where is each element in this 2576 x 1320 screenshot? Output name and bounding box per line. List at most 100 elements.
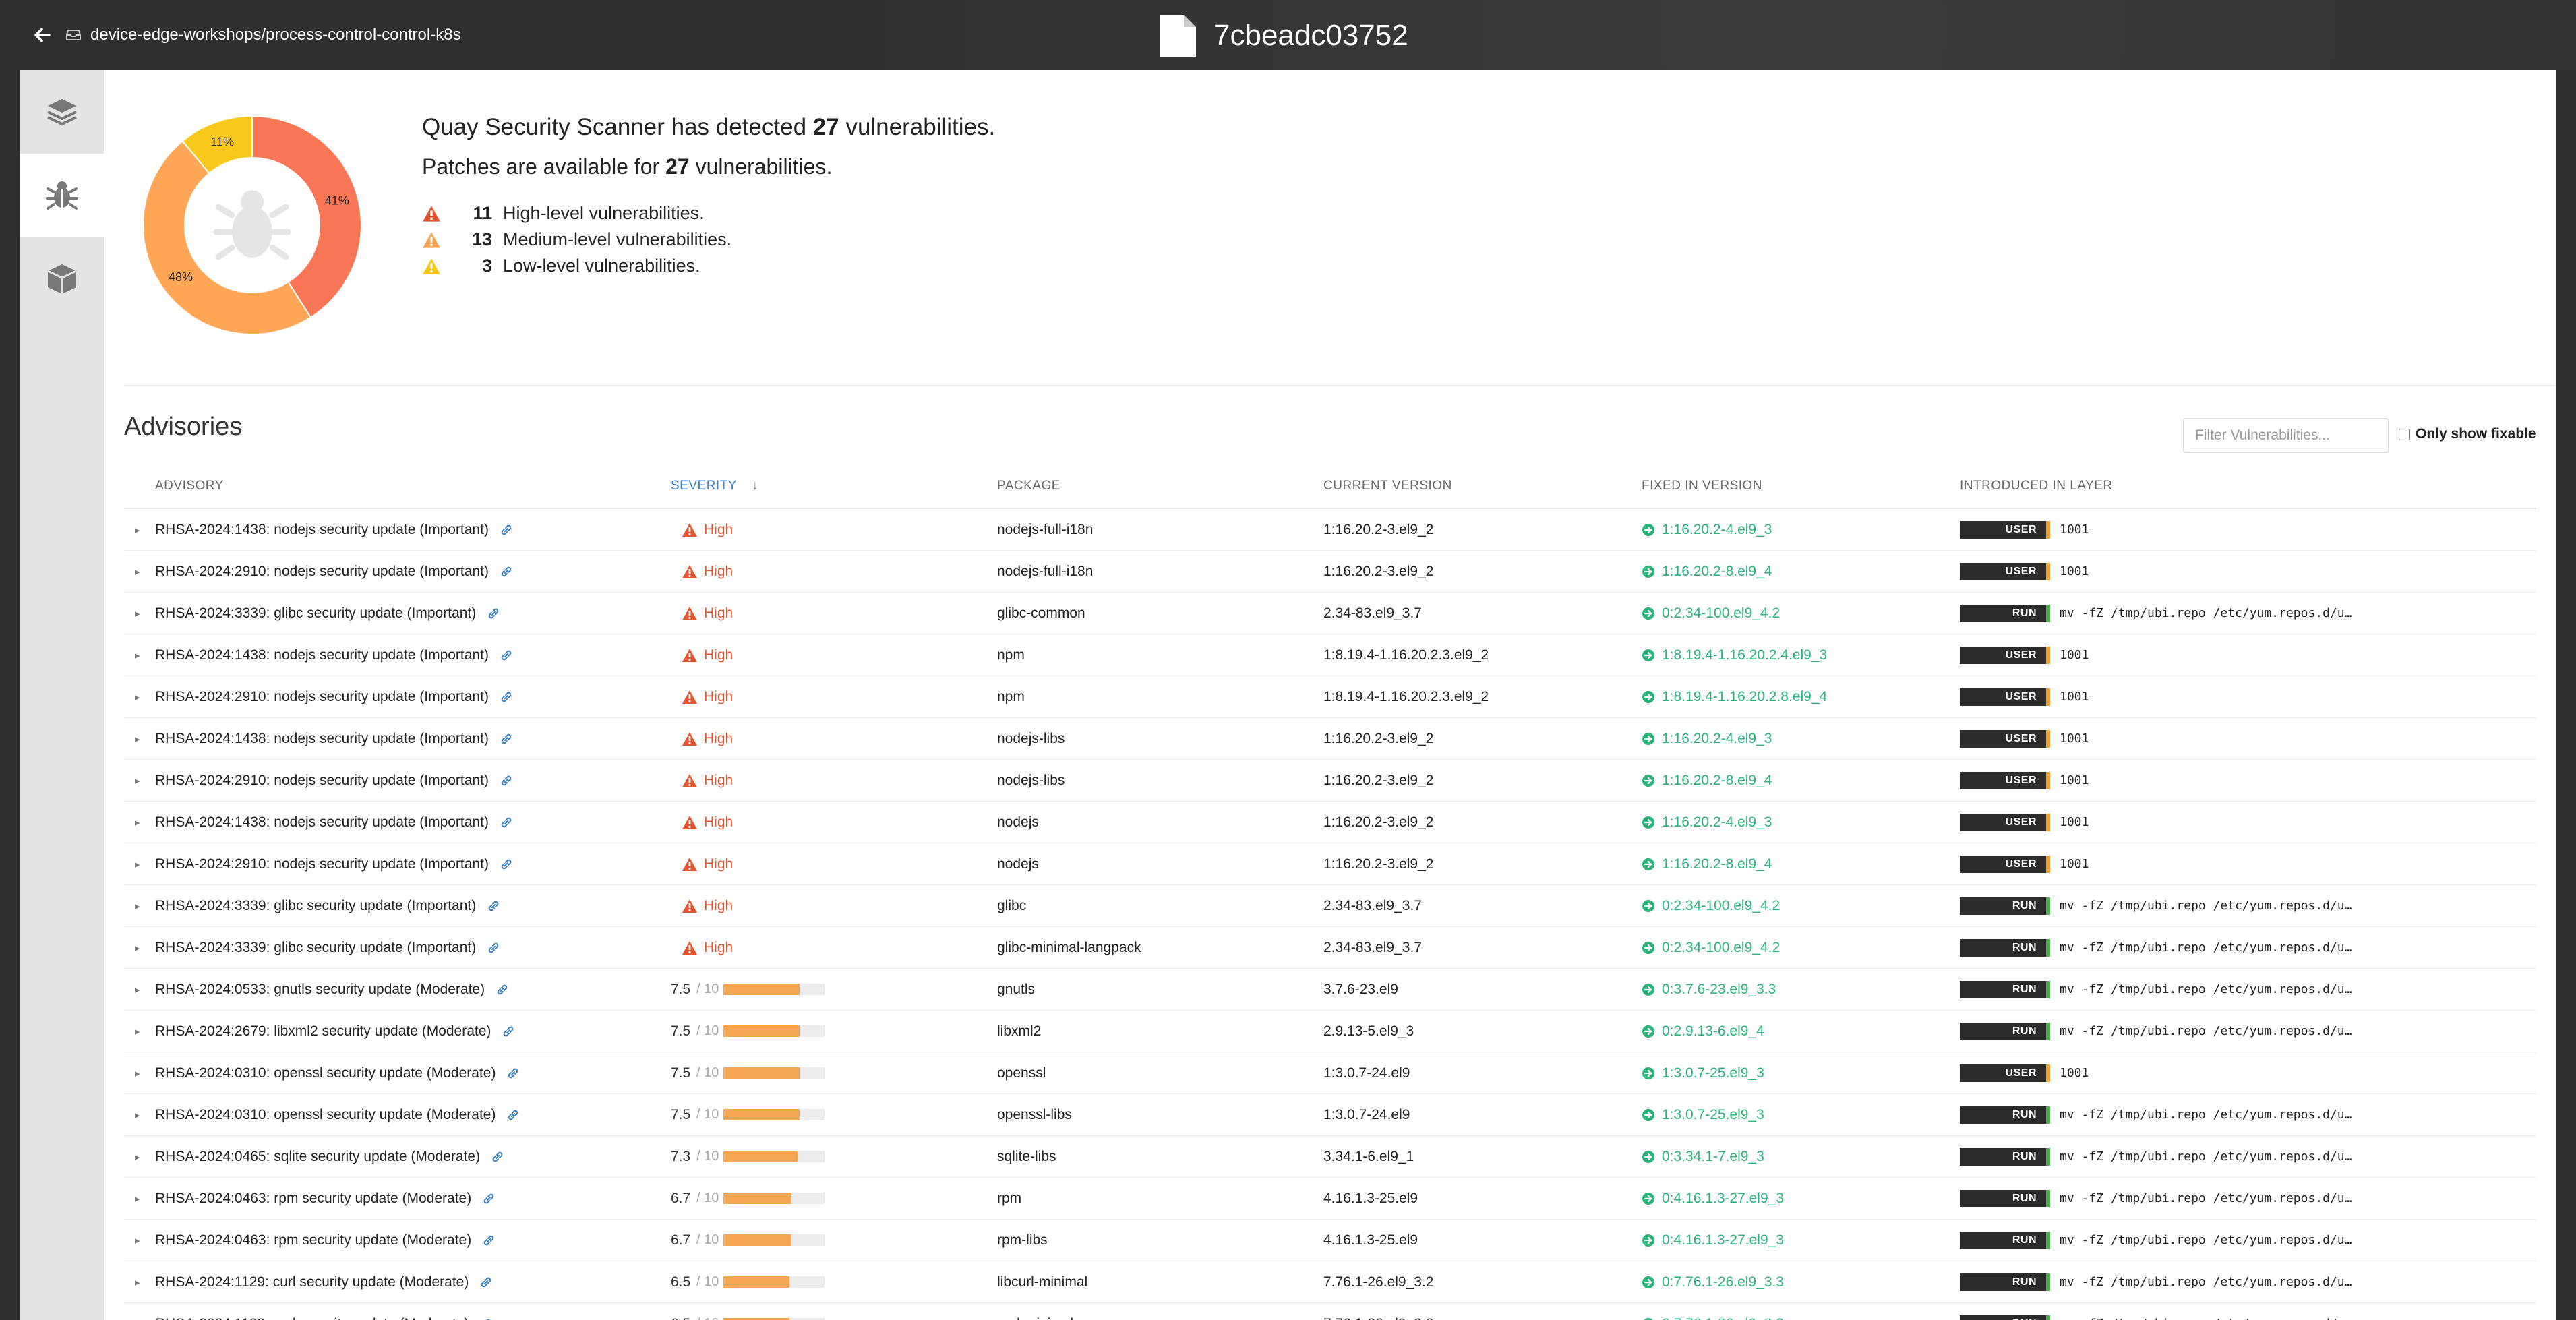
expand-row-icon[interactable]: ▸	[124, 775, 155, 787]
table-body: ▸ RHSA-2024:1438: nodejs security update …	[124, 509, 2536, 1320]
fixed-version-link[interactable]: 1:16.20.2-4.el9_3	[1642, 522, 1772, 538]
expand-row-icon[interactable]: ▸	[124, 942, 155, 954]
fixed-version-link[interactable]: 0:3.34.1-7.el9_3	[1642, 1149, 1764, 1165]
severity-label: Medium-level vulnerabilities.	[503, 229, 732, 249]
fixed-version-link[interactable]: 0:2.34-100.el9_4.2	[1642, 898, 1780, 914]
expand-row-icon[interactable]: ▸	[124, 691, 155, 703]
cvss-score: 7.5	[671, 1023, 691, 1039]
current-version: 2.34-83.el9_3.7	[1323, 605, 1422, 621]
table-row: ▸ RHSA-2024:0310: openssl security update…	[124, 1052, 2536, 1094]
fixed-version-cell: 0:2.9.13-6.el9_4	[1642, 1023, 1960, 1040]
column-package[interactable]: PACKAGE	[997, 479, 1323, 493]
column-fixed-version[interactable]: FIXED IN VERSION	[1642, 479, 1960, 493]
severity-text: High	[704, 521, 733, 537]
fixed-version-link[interactable]: 1:16.20.2-8.el9_4	[1642, 856, 1772, 872]
external-link-icon[interactable]	[487, 941, 500, 955]
fixed-version-link[interactable]: 0:7.76.1-26.el9_3.3	[1642, 1316, 1784, 1320]
fixed-version-link[interactable]: 1:3.0.7-25.el9_3	[1642, 1107, 1764, 1123]
fixed-version-link[interactable]: 0:4.16.1.3-27.el9_3	[1642, 1232, 1784, 1249]
severity-cell: High	[671, 898, 997, 914]
column-advisory[interactable]: ADVISORY	[155, 479, 671, 493]
cvss-denominator: / 10	[696, 1191, 719, 1205]
column-current-version[interactable]: CURRENT VERSION	[1323, 479, 1642, 493]
expand-row-icon[interactable]: ▸	[124, 1067, 155, 1079]
external-link-icon[interactable]	[491, 1150, 504, 1164]
fixed-version-link[interactable]: 1:8.19.4-1.16.20.2.4.el9_3	[1642, 647, 1827, 663]
cvss-bar-fill	[723, 1151, 798, 1162]
fixed-version-link[interactable]: 0:2.9.13-6.el9_4	[1642, 1023, 1764, 1040]
external-link-icon[interactable]	[482, 1234, 496, 1247]
external-link-icon[interactable]	[500, 523, 513, 537]
fixed-version-link[interactable]: 1:3.0.7-25.el9_3	[1642, 1065, 1764, 1081]
external-link-icon[interactable]	[500, 649, 513, 662]
column-introduced-layer[interactable]: INTRODUCED IN LAYER	[1960, 479, 2536, 493]
expand-row-icon[interactable]: ▸	[124, 1318, 155, 1320]
back-link[interactable]: device-edge-workshops/process-control-co…	[34, 26, 461, 44]
fixed-version-link[interactable]: 1:16.20.2-4.el9_3	[1642, 814, 1772, 831]
fixed-version-link[interactable]: 0:3.7.6-23.el9_3.3	[1642, 982, 1776, 998]
fixed-version-link[interactable]: 1:16.20.2-4.el9_3	[1642, 731, 1772, 747]
tab-security[interactable]	[20, 154, 104, 237]
expand-row-icon[interactable]: ▸	[124, 1025, 155, 1038]
expand-row-icon[interactable]: ▸	[124, 1234, 155, 1247]
cvss-denominator: / 10	[696, 1107, 719, 1122]
tab-packages[interactable]	[20, 237, 104, 321]
repository-path: device-edge-workshops/process-control-co…	[90, 26, 461, 44]
expand-row-icon[interactable]: ▸	[124, 900, 155, 912]
external-link-icon[interactable]	[482, 1192, 496, 1205]
external-link-icon[interactable]	[487, 899, 500, 913]
expand-row-icon[interactable]: ▸	[124, 524, 155, 536]
external-link-icon[interactable]	[500, 774, 513, 787]
fixed-version-link[interactable]: 1:8.19.4-1.16.20.2.8.el9_4	[1642, 689, 1827, 705]
external-link-icon[interactable]	[500, 690, 513, 704]
fixed-version-link[interactable]: 0:4.16.1.3-27.el9_3	[1642, 1191, 1784, 1207]
only-fixable-toggle[interactable]: Only show fixable	[2399, 426, 2536, 442]
external-link-icon[interactable]	[500, 858, 513, 871]
fixed-version-link[interactable]: 1:16.20.2-8.el9_4	[1642, 564, 1772, 580]
column-severity[interactable]: SEVERITY ↓	[671, 479, 997, 493]
expand-row-icon[interactable]: ▸	[124, 1276, 155, 1288]
expand-row-icon[interactable]: ▸	[124, 733, 155, 745]
external-link-icon[interactable]	[479, 1276, 493, 1289]
severity-cell: 7.5 / 10	[671, 1023, 997, 1040]
expand-row-icon[interactable]: ▸	[124, 1109, 155, 1121]
package-name: glibc-common	[997, 605, 1085, 621]
advisory-cell: RHSA-2024:3339: glibc security update (I…	[155, 940, 671, 956]
expand-row-icon[interactable]: ▸	[124, 1151, 155, 1163]
arrow-circle-right-icon	[1642, 858, 1654, 870]
filter-vulnerabilities-input[interactable]	[2183, 418, 2389, 453]
warning-icon	[682, 857, 697, 871]
expand-row-icon[interactable]: ▸	[124, 1193, 155, 1205]
cvss-bar-fill	[723, 984, 800, 995]
current-version: 2.9.13-5.el9_3	[1323, 1023, 1414, 1039]
external-link-icon[interactable]	[506, 1067, 520, 1080]
external-link-icon[interactable]	[506, 1108, 520, 1122]
tab-layers[interactable]	[20, 70, 104, 154]
current-version: 1:16.20.2-3.el9_2	[1323, 521, 1434, 537]
external-link-icon[interactable]	[500, 565, 513, 578]
table-row: ▸RHSA-2024:1129: curl security update (M…	[124, 1261, 2536, 1303]
fixed-version-link[interactable]: 0:2.34-100.el9_4.2	[1642, 940, 1780, 956]
only-fixable-checkbox[interactable]	[2399, 428, 2410, 440]
arrow-circle-right-icon	[1642, 1192, 1654, 1205]
external-link-icon[interactable]	[479, 1317, 493, 1320]
external-link-icon[interactable]	[502, 1025, 515, 1038]
severity-high: High	[671, 814, 733, 831]
expand-row-icon[interactable]: ▸	[124, 858, 155, 870]
expand-row-icon[interactable]: ▸	[124, 984, 155, 996]
external-link-icon[interactable]	[500, 816, 513, 829]
fixed-version-link[interactable]: 1:16.20.2-8.el9_4	[1642, 773, 1772, 789]
external-link-icon[interactable]	[500, 732, 513, 746]
expand-row-icon[interactable]: ▸	[124, 816, 155, 829]
fixed-version-link[interactable]: 0:2.34-100.el9_4.2	[1642, 605, 1780, 622]
expand-row-icon[interactable]: ▸	[124, 566, 155, 578]
fixed-version-link[interactable]: 0:7.76.1-26.el9_3.3	[1642, 1274, 1784, 1290]
package-name: libcurl-minimal	[997, 1273, 1088, 1290]
expand-row-icon[interactable]: ▸	[124, 607, 155, 620]
external-link-icon[interactable]	[496, 983, 509, 996]
fixed-version-cell: 1:16.20.2-4.el9_3	[1642, 814, 1960, 831]
current-version: 1:16.20.2-3.el9_2	[1323, 772, 1434, 788]
advisory-name: RHSA-2024:0310: openssl security update …	[155, 1064, 496, 1081]
expand-row-icon[interactable]: ▸	[124, 649, 155, 661]
external-link-icon[interactable]	[487, 607, 500, 620]
